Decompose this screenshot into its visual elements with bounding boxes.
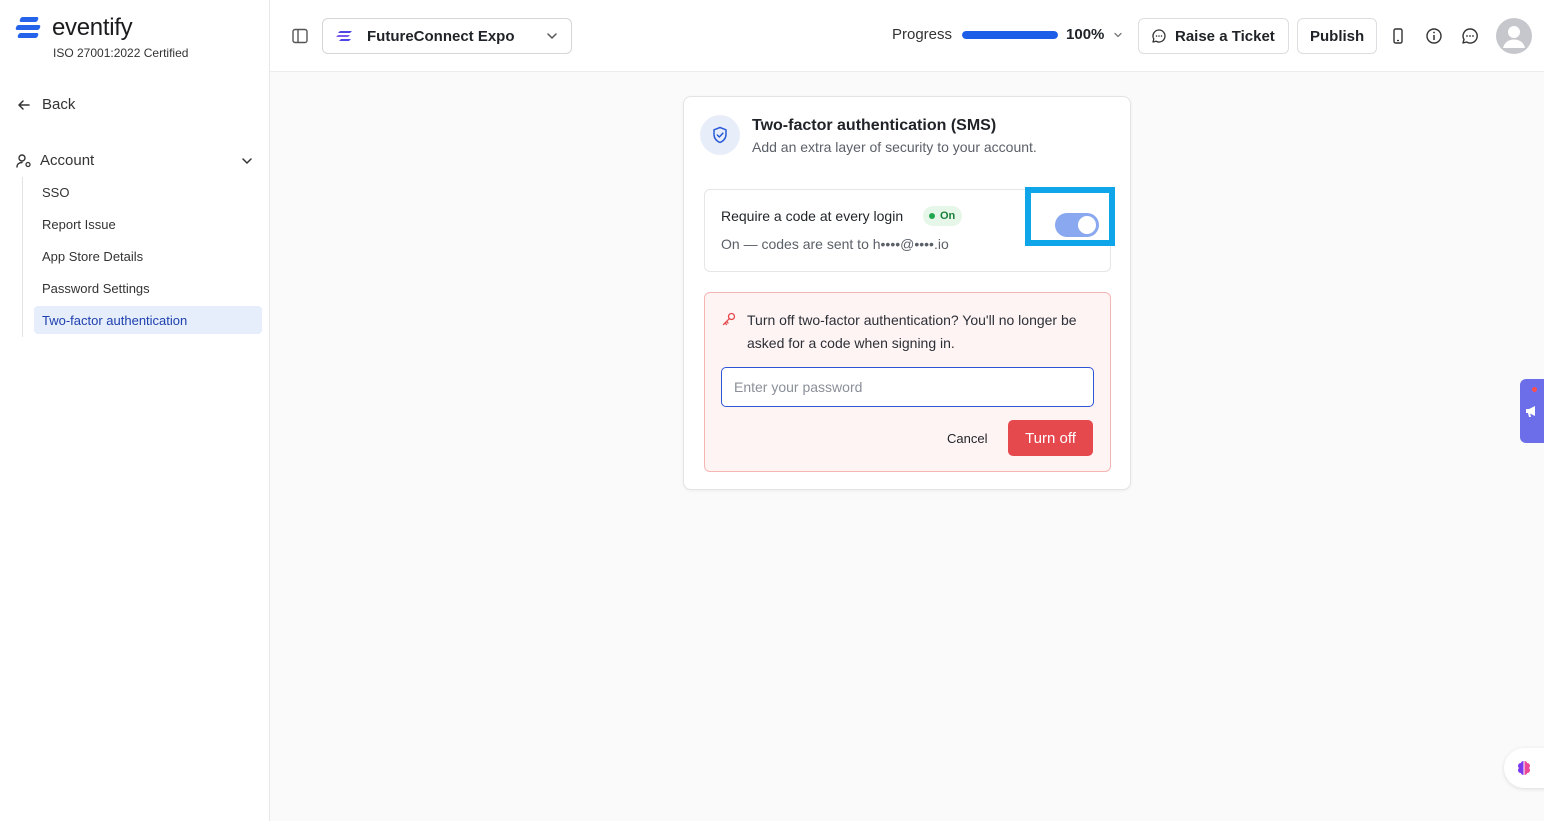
user-settings-icon [16, 153, 31, 168]
account-section-toggle[interactable]: Account [16, 152, 254, 169]
sidebar: eventify ISO 27001:2022 Certified Back A… [0, 0, 270, 821]
two-factor-toggle[interactable] [1055, 213, 1099, 237]
chevron-down-icon [242, 157, 252, 164]
announcements-tab[interactable] [1520, 379, 1544, 443]
avatar[interactable] [1496, 18, 1532, 54]
sidebar-item-app-store-details[interactable]: App Store Details [34, 242, 262, 270]
status-badge: On [923, 206, 963, 226]
chat-icon[interactable] [1460, 26, 1480, 46]
publish-label: Publish [1310, 27, 1365, 45]
progress-bar-fill [962, 30, 1059, 39]
card-subtitle: Add an extra layer of security to your a… [752, 139, 1037, 155]
sidebar-item-report-issue[interactable]: Report Issue [34, 210, 262, 238]
two-factor-card: Two-factor authentication (SMS) Add an e… [683, 96, 1131, 490]
user-avatar-icon [1503, 26, 1525, 48]
toggle-focus-highlight [1025, 187, 1115, 246]
chevron-down-icon [1114, 32, 1123, 37]
sidebar-item-password-settings[interactable]: Password Settings [34, 274, 262, 302]
raise-ticket-button[interactable]: Raise a Ticket [1138, 18, 1289, 54]
top-header: FutureConnect Expo Progress 100% Raise a… [270, 0, 1544, 72]
brain-icon [1518, 761, 1530, 775]
shield-check-icon [713, 126, 727, 144]
require-code-setting: Require a code at every login On On — co… [704, 187, 1115, 272]
publish-button[interactable]: Publish [1297, 18, 1378, 54]
key-icon [722, 312, 736, 326]
sidebar-toggle-icon[interactable] [290, 26, 310, 46]
progress-label: Progress [892, 26, 953, 43]
cancel-button[interactable]: Cancel [937, 420, 997, 456]
chevron-down-icon [547, 33, 557, 40]
arrow-left-icon [18, 99, 30, 110]
sidebar-item-sso[interactable]: SSO [34, 178, 262, 206]
mobile-preview-icon[interactable] [1388, 26, 1408, 46]
progress-percent: 100% [1066, 26, 1105, 43]
brand-logo[interactable]: eventify [15, 14, 133, 42]
eventify-logo-icon [15, 15, 44, 41]
card-title: Two-factor authentication (SMS) [752, 117, 997, 134]
password-field[interactable] [721, 367, 1094, 407]
notification-dot-icon [1532, 387, 1537, 392]
megaphone-icon [1526, 406, 1535, 417]
sidebar-item-two-factor-authentication[interactable]: Two-factor authentication [34, 306, 262, 334]
turn-off-message: Turn off two-factor authentication? You'… [747, 312, 1077, 351]
require-code-title: Require a code at every login [721, 208, 904, 224]
status-dot-icon [929, 213, 935, 219]
chat-bubble-icon [1152, 29, 1166, 43]
info-icon[interactable] [1424, 26, 1444, 46]
certification-label: ISO 27001:2022 Certified [53, 46, 189, 60]
progress-bar [962, 30, 1059, 39]
back-label: Back [42, 96, 76, 113]
back-link[interactable]: Back [16, 96, 75, 113]
status-badge-label: On [940, 210, 956, 222]
event-logo-icon [336, 31, 352, 41]
brand-name: eventify [52, 14, 133, 41]
account-submenu: SSO Report Issue App Store Details Passw… [22, 177, 262, 337]
event-name: FutureConnect Expo [367, 27, 515, 45]
turn-off-confirmation: Turn off two-factor authentication? You'… [704, 292, 1111, 472]
turn-off-button[interactable]: Turn off [1008, 420, 1093, 456]
require-code-status: On — codes are sent to h••••@••••.io [721, 236, 949, 252]
account-section-label: Account [40, 152, 95, 169]
event-selector[interactable]: FutureConnect Expo [322, 18, 572, 54]
ai-assistant-button[interactable] [1504, 748, 1544, 788]
progress-indicator[interactable]: Progress 100% [892, 26, 1124, 43]
shield-icon-wrapper [700, 115, 740, 155]
toggle-knob [1078, 216, 1096, 234]
raise-ticket-label: Raise a Ticket [1175, 27, 1275, 45]
